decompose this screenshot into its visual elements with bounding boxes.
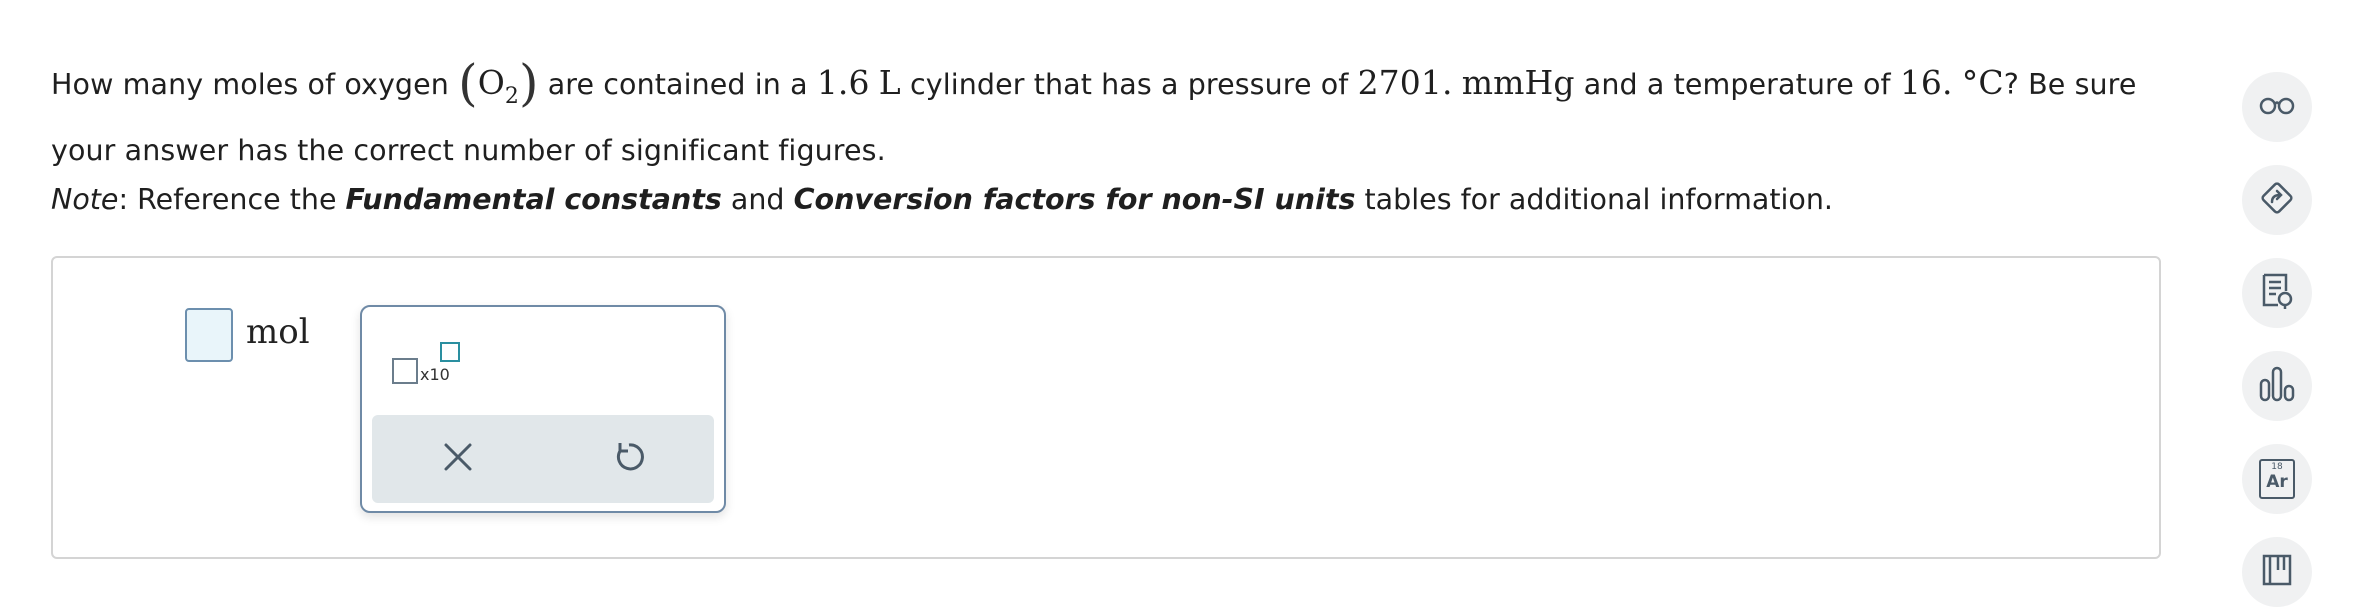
temperature-unit: °C xyxy=(1961,63,2004,102)
fundamental-constants-link[interactable]: Fundamental constants xyxy=(346,183,722,216)
periodic-table-button[interactable]: 18 Ar xyxy=(2242,444,2312,514)
undo-button[interactable] xyxy=(543,415,714,503)
pressure-value: 2701. xyxy=(1357,63,1453,102)
periodic-tile-symbol: Ar xyxy=(2266,472,2288,492)
math-palette: x10 xyxy=(360,305,726,513)
question-part3: cylinder that has a pressure of xyxy=(900,68,1358,101)
navigation-tool-button[interactable] xyxy=(2242,165,2312,235)
formula-subscript: 2 xyxy=(504,84,519,109)
temperature-value: 16. xyxy=(1899,63,1953,102)
question-text: How many moles of oxygen (O2) are contai… xyxy=(51,56,2171,178)
periodic-tile-number: 18 xyxy=(2271,462,2283,472)
note-and: and xyxy=(721,183,794,216)
palette-action-bar xyxy=(372,415,714,503)
book-icon xyxy=(2258,550,2296,594)
answer-input[interactable] xyxy=(185,308,233,362)
note-label: Note xyxy=(51,183,119,216)
note-text: Note: Reference the Fundamental constant… xyxy=(51,175,2171,225)
volume-unit: L xyxy=(878,63,901,102)
answer-unit: mol xyxy=(246,312,310,352)
formula-element: O xyxy=(477,63,505,102)
note-colon: : Reference the xyxy=(118,183,346,216)
paren-left: ( xyxy=(458,54,478,112)
question-part2: are contained in a xyxy=(538,68,817,101)
sci-exponent-box xyxy=(440,342,460,362)
data-tool-button[interactable] xyxy=(2242,351,2312,421)
question-part4: and a temperature of xyxy=(1574,68,1900,101)
reference-tool-button[interactable] xyxy=(2242,258,2312,328)
accessibility-tool-button[interactable] xyxy=(2242,72,2312,142)
glasses-icon xyxy=(2258,93,2296,121)
diamond-arrow-icon xyxy=(2257,178,2297,222)
sci-x10-label: x10 xyxy=(420,365,450,384)
pressure-unit: mmHg xyxy=(1461,63,1575,102)
undo-icon xyxy=(611,439,647,479)
note-end: tables for additional information. xyxy=(1355,183,1834,216)
question-part1: How many moles of oxygen xyxy=(51,68,459,101)
sci-base-box xyxy=(392,358,418,384)
reference-sheet-icon xyxy=(2258,271,2296,315)
periodic-table-icon: 18 Ar xyxy=(2259,459,2295,499)
x-icon xyxy=(441,440,475,478)
bar-chart-icon xyxy=(2257,364,2297,408)
scientific-notation-button[interactable]: x10 xyxy=(392,342,472,397)
conversion-factors-link[interactable]: Conversion factors for non-SI units xyxy=(794,183,1356,216)
paren-right: ) xyxy=(518,54,539,112)
textbook-button[interactable] xyxy=(2242,537,2312,607)
clear-button[interactable] xyxy=(372,415,543,503)
volume-value: 1.6 xyxy=(816,63,870,102)
